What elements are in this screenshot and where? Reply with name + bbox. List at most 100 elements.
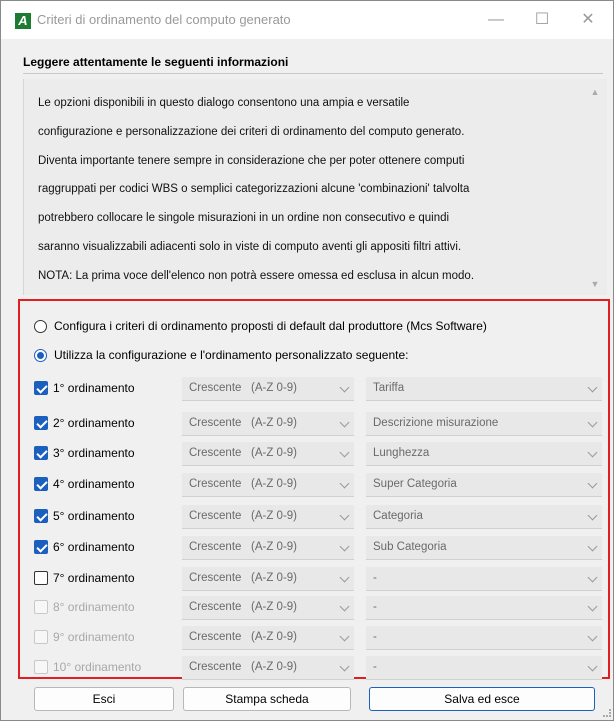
exit-button[interactable]: Esci xyxy=(34,687,174,711)
ordering-row: 4° ordinamento Crescente (A-Z 0-9) Super C… xyxy=(34,472,604,498)
chevron-down-icon xyxy=(587,572,598,583)
sort-direction-value: Crescente (A-Z 0-9) xyxy=(189,382,297,394)
sort-field-value: Sub Categoria xyxy=(373,541,447,553)
sort-direction-value: Crescente (A-Z 0-9) xyxy=(189,541,297,553)
sort-field-dropdown[interactable]: Descrizione misurazione xyxy=(366,412,602,436)
info-line: Diventa importante tenere sempre in cons… xyxy=(38,155,465,167)
sort-field-dropdown[interactable]: Sub Categoria xyxy=(366,536,602,560)
sort-direction-value: Crescente (A-Z 0-9) xyxy=(189,447,297,459)
scroll-down-arrow-icon[interactable]: ▼ xyxy=(588,279,602,289)
sort-direction-dropdown[interactable]: Crescente (A-Z 0-9) xyxy=(182,412,354,436)
ordering-label: 2° ordinamento xyxy=(53,416,135,430)
ordering-checkbox[interactable] xyxy=(34,477,48,491)
chevron-down-icon xyxy=(587,382,598,393)
sort-direction-value: Crescente (A-Z 0-9) xyxy=(189,510,297,522)
ordering-label: 3° ordinamento xyxy=(53,446,135,460)
sort-field-value: Categoria xyxy=(373,510,423,522)
ordering-checkbox[interactable] xyxy=(34,509,48,523)
ordering-checkbox xyxy=(34,600,48,614)
scroll-up-arrow-icon[interactable]: ▲ xyxy=(588,87,602,97)
ordering-label: 9° ordinamento xyxy=(53,630,135,644)
resize-grip-icon[interactable] xyxy=(603,709,611,717)
sort-field-dropdown[interactable]: - xyxy=(366,626,602,650)
ordering-row: 1° ordinamento Crescente (A-Z 0-9) Tariffa xyxy=(34,376,604,402)
ordering-checkbox[interactable] xyxy=(34,381,48,395)
sort-direction-value: Crescente (A-Z 0-9) xyxy=(189,572,297,584)
ordering-checkbox[interactable] xyxy=(34,571,48,585)
sort-field-value: - xyxy=(373,572,377,584)
ordering-checkbox xyxy=(34,630,48,644)
ordering-label: 5° ordinamento xyxy=(53,509,135,523)
sort-direction-value: Crescente (A-Z 0-9) xyxy=(189,661,297,673)
ordering-checkbox[interactable] xyxy=(34,416,48,430)
sort-field-dropdown[interactable]: Lunghezza xyxy=(366,442,602,466)
ordering-row: 7° ordinamento Crescente (A-Z 0-9) - xyxy=(34,566,604,592)
title-bar[interactable]: A Criteri di ordinamento del computo gen… xyxy=(1,1,613,39)
radio-default-button[interactable] xyxy=(34,319,47,333)
ordering-label: 4° ordinamento xyxy=(53,477,135,491)
chevron-down-icon xyxy=(339,572,350,583)
sort-direction-dropdown[interactable]: Crescente (A-Z 0-9) xyxy=(182,567,354,591)
ordering-label: 8° ordinamento xyxy=(53,600,135,614)
ordering-row: 9° ordinamento Crescente (A-Z 0-9) - xyxy=(34,625,604,651)
ordering-options-panel: Configura i criteri di ordinamento propo… xyxy=(18,299,610,680)
sort-field-value: Lunghezza xyxy=(373,447,430,459)
sort-field-value: - xyxy=(373,631,377,643)
chevron-down-icon xyxy=(587,541,598,552)
sort-direction-value: Crescente (A-Z 0-9) xyxy=(189,417,297,429)
sort-field-dropdown[interactable]: - xyxy=(366,596,602,620)
info-line: saranno visualizzabili adiacenti solo in… xyxy=(38,241,462,253)
chevron-down-icon xyxy=(339,601,350,612)
app-logo-icon: A xyxy=(15,13,31,29)
sort-field-dropdown[interactable]: Tariffa xyxy=(366,377,602,401)
chevron-down-icon xyxy=(339,478,350,489)
dialog-window: A Criteri di ordinamento del computo gen… xyxy=(0,0,614,721)
chevron-down-icon xyxy=(587,661,598,672)
ordering-label: 7° ordinamento xyxy=(53,571,135,585)
sort-direction-dropdown[interactable]: Crescente (A-Z 0-9) xyxy=(182,626,354,650)
close-button[interactable]: ✕ xyxy=(565,5,611,35)
radio-default-option[interactable]: Configura i criteri di ordinamento propo… xyxy=(34,319,487,333)
sort-direction-value: Crescente (A-Z 0-9) xyxy=(189,601,297,613)
sort-field-dropdown[interactable]: - xyxy=(366,656,602,680)
chevron-down-icon xyxy=(339,382,350,393)
sort-direction-value: Crescente (A-Z 0-9) xyxy=(189,631,297,643)
radio-custom-label: Utilizza la configurazione e l'ordinamen… xyxy=(54,348,409,362)
maximize-button[interactable]: ☐ xyxy=(519,5,565,35)
info-line: Le opzioni disponibili in questo dialogo… xyxy=(38,97,410,109)
sort-direction-dropdown[interactable]: Crescente (A-Z 0-9) xyxy=(182,596,354,620)
sort-direction-dropdown[interactable]: Crescente (A-Z 0-9) xyxy=(182,536,354,560)
info-text-box[interactable]: Le opzioni disponibili in questo dialogo… xyxy=(23,79,607,295)
info-heading: Leggere attentamente le seguenti informa… xyxy=(23,55,289,69)
chevron-down-icon xyxy=(587,417,598,428)
ordering-label: 1° ordinamento xyxy=(53,381,135,395)
print-sheet-button[interactable]: Stampa scheda xyxy=(183,687,351,711)
info-line: potrebbero collocare le singole misurazi… xyxy=(38,212,450,224)
sort-direction-dropdown[interactable]: Crescente (A-Z 0-9) xyxy=(182,505,354,529)
window-title: Criteri di ordinamento del computo gener… xyxy=(37,12,291,27)
info-line: configurazione e personalizzazione dei c… xyxy=(38,126,465,138)
minimize-button[interactable]: — xyxy=(473,5,519,35)
chevron-down-icon xyxy=(587,478,598,489)
sort-field-dropdown[interactable]: Categoria xyxy=(366,505,602,529)
sort-direction-dropdown[interactable]: Crescente (A-Z 0-9) xyxy=(182,442,354,466)
ordering-row: 6° ordinamento Crescente (A-Z 0-9) Sub Cat… xyxy=(34,535,604,561)
ordering-label: 6° ordinamento xyxy=(53,540,135,554)
sort-field-dropdown[interactable]: Super Categoria xyxy=(366,473,602,497)
ordering-checkbox[interactable] xyxy=(34,540,48,554)
ordering-row: 3° ordinamento Crescente (A-Z 0-9) Lunghez… xyxy=(34,441,604,467)
ordering-checkbox xyxy=(34,660,48,674)
radio-custom-option[interactable]: Utilizza la configurazione e l'ordinamen… xyxy=(34,348,409,362)
chevron-down-icon xyxy=(339,417,350,428)
sort-field-dropdown[interactable]: - xyxy=(366,567,602,591)
ordering-checkbox[interactable] xyxy=(34,446,48,460)
ordering-row: 2° ordinamento Crescente (A-Z 0-9) Descriz… xyxy=(34,411,604,437)
save-and-exit-button[interactable]: Salva ed esce xyxy=(369,687,595,711)
sort-direction-dropdown[interactable]: Crescente (A-Z 0-9) xyxy=(182,377,354,401)
sort-field-value: - xyxy=(373,661,377,673)
radio-custom-button[interactable] xyxy=(34,348,47,362)
chevron-down-icon xyxy=(339,661,350,672)
sort-direction-dropdown[interactable]: Crescente (A-Z 0-9) xyxy=(182,656,354,680)
sort-direction-dropdown[interactable]: Crescente (A-Z 0-9) xyxy=(182,473,354,497)
info-line: NOTA: La prima voce dell'elenco non potr… xyxy=(38,270,475,282)
